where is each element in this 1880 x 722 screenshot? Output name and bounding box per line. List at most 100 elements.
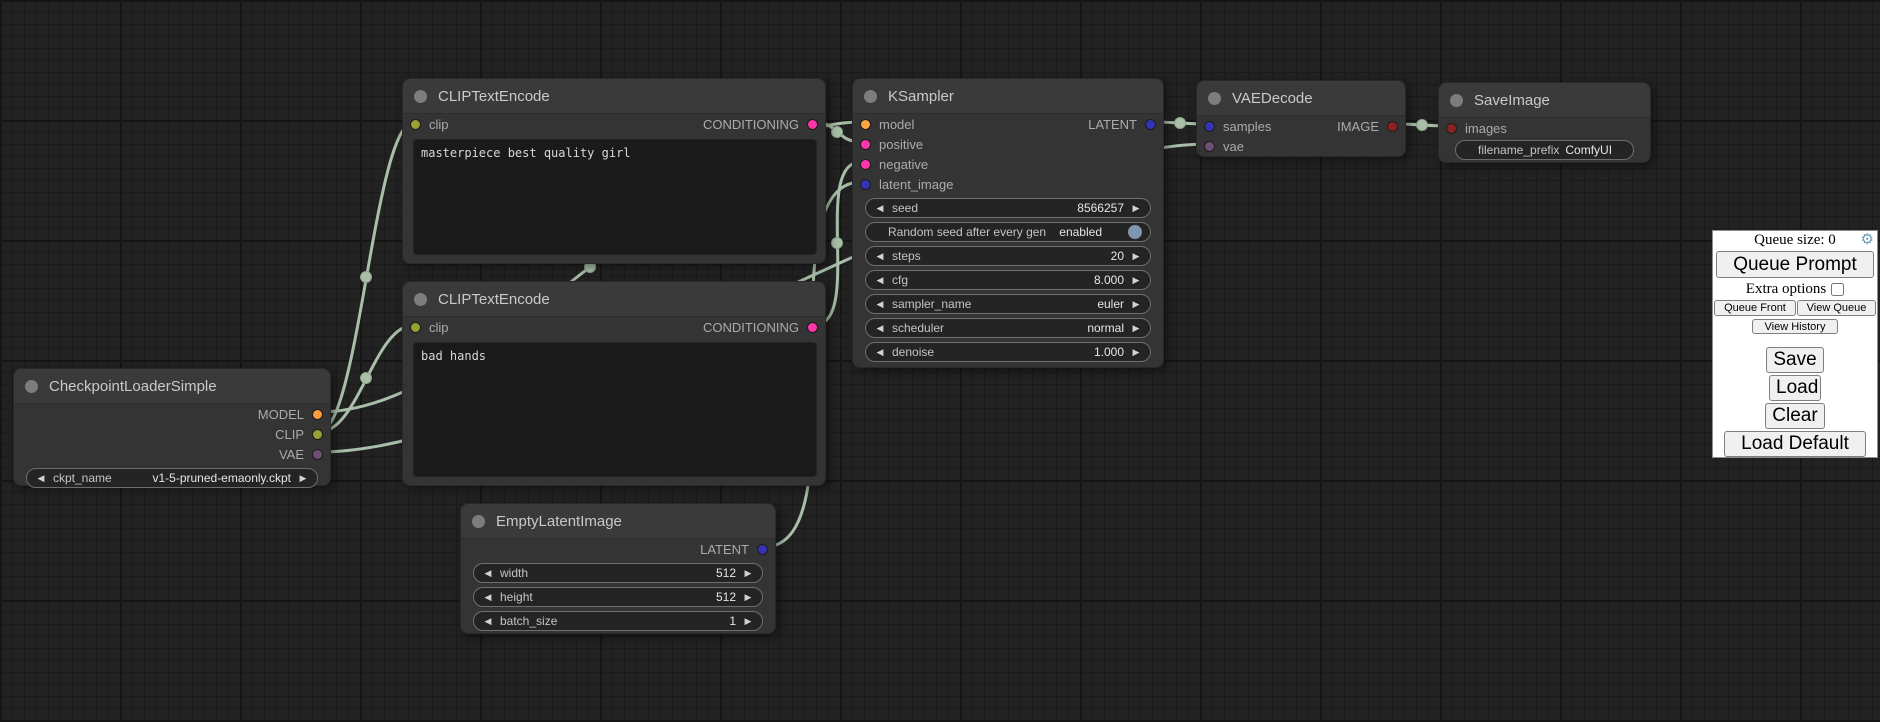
output-slot-latent[interactable]: LATENT — [1088, 117, 1156, 132]
output-slot-image[interactable]: IMAGE — [1337, 119, 1398, 134]
slot-dot[interactable] — [1145, 119, 1156, 130]
increment-arrow-icon[interactable]: ▶ — [1130, 271, 1142, 289]
collapse-dot-icon[interactable] — [472, 515, 485, 528]
input-slot-clip[interactable]: clip — [410, 320, 449, 335]
decrement-arrow-icon[interactable]: ◀ — [874, 295, 886, 313]
node-graph-canvas[interactable]: CheckpointLoaderSimple MODEL CLIP VAE ◀ … — [0, 0, 1880, 722]
node-ksampler[interactable]: KSampler model LATENT positive negative … — [852, 78, 1164, 368]
slot-dot[interactable] — [860, 119, 871, 130]
increment-arrow-icon[interactable]: ▶ — [297, 469, 309, 487]
decrement-arrow-icon[interactable]: ◀ — [874, 343, 886, 361]
widget-ckpt-name[interactable]: ◀ ckpt_name v1-5-pruned-emaonly.ckpt ▶ — [26, 468, 318, 488]
decrement-arrow-icon[interactable]: ◀ — [482, 588, 494, 606]
slot-dot[interactable] — [860, 179, 871, 190]
save-button[interactable]: Save — [1766, 347, 1824, 373]
slot-dot[interactable] — [860, 159, 871, 170]
slot-dot[interactable] — [1387, 121, 1398, 132]
slot-dot[interactable] — [410, 119, 421, 130]
output-slot-conditioning[interactable]: CONDITIONING — [703, 117, 818, 132]
widget-random-seed-toggle[interactable]: Random seed after every gen enabled — [865, 222, 1151, 242]
increment-arrow-icon[interactable]: ▶ — [1130, 199, 1142, 217]
input-slot-model[interactable]: model — [860, 117, 914, 132]
increment-arrow-icon[interactable]: ▶ — [742, 588, 754, 606]
node-vae-decode[interactable]: VAEDecode samples IMAGE vae — [1196, 80, 1406, 157]
widget-filename-prefix[interactable]: filename_prefix ComfyUI — [1455, 140, 1634, 160]
node-title-bar[interactable]: CLIPTextEncode — [403, 79, 825, 114]
widget-steps[interactable]: ◀ steps 20 ▶ — [865, 246, 1151, 266]
output-slot-clip[interactable]: CLIP — [275, 427, 323, 442]
widget-denoise[interactable]: ◀ denoise 1.000 ▶ — [865, 342, 1151, 362]
load-button[interactable]: Load — [1769, 375, 1821, 401]
widget-batch-size[interactable]: ◀ batch_size 1 ▶ — [473, 611, 763, 631]
increment-arrow-icon[interactable]: ▶ — [742, 564, 754, 582]
node-title-bar[interactable]: SaveImage — [1439, 83, 1650, 118]
node-checkpoint-loader[interactable]: CheckpointLoaderSimple MODEL CLIP VAE ◀ … — [13, 368, 331, 486]
view-history-button[interactable]: View History — [1752, 319, 1838, 334]
slot-dot[interactable] — [807, 322, 818, 333]
node-empty-latent-image[interactable]: EmptyLatentImage LATENT ◀ width 512 ▶ ◀ … — [460, 503, 776, 634]
slot-dot[interactable] — [1204, 121, 1215, 132]
node-title-bar[interactable]: EmptyLatentImage — [461, 504, 775, 539]
decrement-arrow-icon[interactable]: ◀ — [35, 469, 47, 487]
queue-prompt-button[interactable]: Queue Prompt — [1716, 251, 1874, 277]
slot-dot[interactable] — [1204, 141, 1215, 152]
load-default-button[interactable]: Load Default — [1724, 431, 1866, 457]
widget-height[interactable]: ◀ height 512 ▶ — [473, 587, 763, 607]
decrement-arrow-icon[interactable]: ◀ — [874, 199, 886, 217]
output-slot-conditioning[interactable]: CONDITIONING — [703, 320, 818, 335]
slot-dot[interactable] — [312, 449, 323, 460]
node-clip-text-encode-negative[interactable]: CLIPTextEncode clip CONDITIONING bad han… — [402, 281, 826, 486]
collapse-dot-icon[interactable] — [864, 90, 877, 103]
slot-dot[interactable] — [757, 544, 768, 555]
decrement-arrow-icon[interactable]: ◀ — [482, 564, 494, 582]
decrement-arrow-icon[interactable]: ◀ — [874, 271, 886, 289]
input-slot-images[interactable]: images — [1446, 121, 1507, 136]
positive-prompt-textarea[interactable]: masterpiece best quality girl — [413, 139, 817, 255]
slot-dot[interactable] — [860, 139, 871, 150]
collapse-dot-icon[interactable] — [414, 90, 427, 103]
decrement-arrow-icon[interactable]: ◀ — [482, 612, 494, 630]
node-title-bar[interactable]: CheckpointLoaderSimple — [14, 369, 330, 404]
widget-sampler-name[interactable]: ◀ sampler_name euler ▶ — [865, 294, 1151, 314]
slot-dot[interactable] — [410, 322, 421, 333]
input-slot-positive[interactable]: positive — [860, 137, 923, 152]
increment-arrow-icon[interactable]: ▶ — [1130, 295, 1142, 313]
slot-dot[interactable] — [312, 429, 323, 440]
output-slot-vae[interactable]: VAE — [279, 447, 323, 462]
node-title-bar[interactable]: VAEDecode — [1197, 81, 1405, 116]
settings-gear-icon[interactable]: ⚙ — [1861, 233, 1874, 248]
collapse-dot-icon[interactable] — [1208, 92, 1221, 105]
input-slot-clip[interactable]: clip — [410, 117, 449, 132]
input-slot-negative[interactable]: negative — [860, 157, 928, 172]
toggle-knob[interactable] — [1128, 225, 1142, 239]
slot-dot[interactable] — [312, 409, 323, 420]
increment-arrow-icon[interactable]: ▶ — [1130, 319, 1142, 337]
increment-arrow-icon[interactable]: ▶ — [1130, 343, 1142, 361]
increment-arrow-icon[interactable]: ▶ — [742, 612, 754, 630]
queue-front-button[interactable]: Queue Front — [1714, 300, 1796, 316]
widget-scheduler[interactable]: ◀ scheduler normal ▶ — [865, 318, 1151, 338]
decrement-arrow-icon[interactable]: ◀ — [874, 319, 886, 337]
node-title-bar[interactable]: CLIPTextEncode — [403, 282, 825, 317]
widget-cfg[interactable]: ◀ cfg 8.000 ▶ — [865, 270, 1151, 290]
widget-seed[interactable]: ◀ seed 8566257 ▶ — [865, 198, 1151, 218]
clear-button[interactable]: Clear — [1765, 403, 1825, 429]
slot-dot[interactable] — [807, 119, 818, 130]
input-slot-vae[interactable]: vae — [1204, 139, 1244, 154]
view-queue-button[interactable]: View Queue — [1797, 300, 1876, 316]
widget-width[interactable]: ◀ width 512 ▶ — [473, 563, 763, 583]
input-slot-latent-image[interactable]: latent_image — [860, 177, 953, 192]
slot-dot[interactable] — [1446, 123, 1457, 134]
node-clip-text-encode-positive[interactable]: CLIPTextEncode clip CONDITIONING masterp… — [402, 78, 826, 264]
collapse-dot-icon[interactable] — [1450, 94, 1463, 107]
negative-prompt-textarea[interactable]: bad hands — [413, 342, 817, 477]
increment-arrow-icon[interactable]: ▶ — [1130, 247, 1142, 265]
node-title-bar[interactable]: KSampler — [853, 79, 1163, 114]
input-slot-samples[interactable]: samples — [1204, 119, 1271, 134]
collapse-dot-icon[interactable] — [25, 380, 38, 393]
extra-options-checkbox[interactable] — [1831, 283, 1844, 296]
output-slot-latent[interactable]: LATENT — [700, 542, 768, 557]
decrement-arrow-icon[interactable]: ◀ — [874, 247, 886, 265]
node-save-image[interactable]: SaveImage images filename_prefix ComfyUI — [1438, 82, 1651, 163]
collapse-dot-icon[interactable] — [414, 293, 427, 306]
